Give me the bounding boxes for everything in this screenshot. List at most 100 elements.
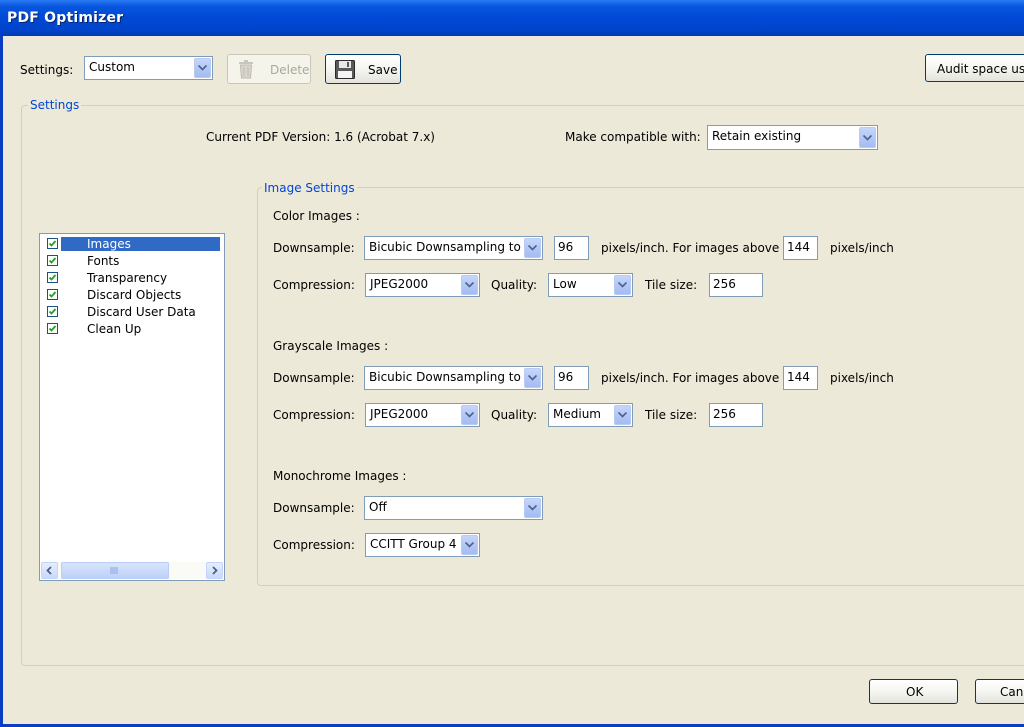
mono-compression-value: CCITT Group 4 (370, 537, 457, 551)
gray-ppi-value: 96 (558, 370, 574, 384)
gray-above-input[interactable]: 144 (783, 366, 818, 390)
fonts-checkbox[interactable] (47, 255, 58, 266)
make-compatible-dropdown[interactable]: Retain existing (707, 125, 878, 150)
color-downsample-value: Bicubic Downsampling to (369, 240, 521, 254)
horizontal-scrollbar[interactable] (41, 562, 223, 579)
gray-tile-input[interactable]: 256 (709, 403, 763, 427)
gray-above-value: 144 (787, 370, 810, 384)
gray-above-unit: pixels/inch (830, 371, 894, 385)
scroll-thumb[interactable] (61, 562, 169, 579)
save-button[interactable]: Save (325, 54, 401, 84)
monochrome-images-heading: Monochrome Images : (273, 469, 407, 483)
chevron-down-icon[interactable] (614, 275, 631, 295)
chevron-down-icon[interactable] (461, 535, 478, 555)
color-tile-value: 256 (713, 277, 736, 291)
mono-downsample-dropdown[interactable]: Off (364, 496, 543, 520)
settings-group-title: Settings (28, 98, 82, 112)
gray-tile-value: 256 (713, 407, 736, 421)
gray-quality-label: Quality: (491, 408, 538, 422)
mono-downsample-label: Downsample: (273, 501, 355, 515)
chevron-down-icon[interactable] (614, 405, 631, 425)
color-ppi-text: pixels/inch. For images above (601, 241, 780, 255)
chevron-down-icon[interactable] (194, 58, 211, 78)
color-ppi-input[interactable]: 96 (554, 236, 589, 260)
chevron-down-icon[interactable] (461, 275, 478, 295)
chevron-down-icon[interactable] (461, 405, 478, 425)
scroll-right-button[interactable] (206, 562, 223, 579)
color-quality-label: Quality: (491, 278, 538, 292)
transparency-checkbox[interactable] (47, 272, 58, 283)
scroll-left-button[interactable] (41, 562, 58, 579)
gray-quality-value: Medium (553, 407, 601, 421)
color-downsample-label: Downsample: (273, 241, 355, 255)
dialog-body: Settings: Custom Delete Save Audit space… (3, 36, 1024, 724)
list-item-label: Fonts (87, 254, 120, 268)
settings-label: Settings: (20, 63, 74, 77)
make-compatible-value: Retain existing (712, 129, 802, 143)
color-tile-label: Tile size: (645, 278, 698, 292)
gray-tile-label: Tile size: (645, 408, 698, 422)
list-item-fonts[interactable]: Fonts (40, 253, 224, 270)
list-item-label: Discard Objects (87, 288, 182, 302)
image-settings-title: Image Settings (262, 181, 357, 195)
audit-space-usage-button[interactable]: Audit space usa (925, 54, 1024, 82)
clean-up-checkbox[interactable] (47, 323, 58, 334)
delete-button[interactable]: Delete (227, 54, 311, 84)
color-compression-value: JPEG2000 (370, 277, 429, 291)
color-images-heading: Color Images : (273, 209, 360, 223)
chevron-down-icon[interactable] (524, 368, 541, 388)
color-tile-input[interactable]: 256 (709, 273, 763, 297)
delete-label: Delete (270, 63, 310, 77)
cancel-label: Canc (1000, 685, 1024, 699)
color-ppi-value: 96 (558, 240, 574, 254)
gray-downsample-label: Downsample: (273, 371, 355, 385)
list-item-clean-up[interactable]: Clean Up (40, 321, 224, 338)
mono-compression-label: Compression: (273, 538, 355, 552)
audit-label: Audit space usa (937, 62, 1024, 76)
list-item-transparency[interactable]: Transparency (40, 270, 224, 287)
list-item-label: Transparency (87, 271, 168, 285)
color-compression-dropdown[interactable]: JPEG2000 (365, 273, 480, 297)
ok-label: OK (906, 685, 924, 699)
ok-button[interactable]: OK (869, 679, 958, 704)
list-item-label: Discard User Data (87, 305, 196, 319)
color-above-input[interactable]: 144 (783, 236, 818, 260)
title-bar[interactable]: PDF Optimizer (0, 0, 1024, 36)
gray-compression-label: Compression: (273, 408, 355, 422)
list-item-discard-user-data[interactable]: Discard User Data (40, 304, 224, 321)
color-above-unit: pixels/inch (830, 241, 894, 255)
discard-objects-checkbox[interactable] (47, 289, 58, 300)
list-item-label: Clean Up (87, 322, 142, 336)
images-checkbox[interactable] (47, 238, 58, 249)
cancel-button[interactable]: Canc (975, 679, 1024, 704)
grayscale-images-heading: Grayscale Images : (273, 339, 389, 353)
chevron-down-icon[interactable] (524, 238, 541, 258)
mono-downsample-value: Off (369, 500, 387, 514)
gray-downsample-value: Bicubic Downsampling to (369, 370, 521, 384)
color-quality-value: Low (553, 277, 577, 291)
discard-user-data-checkbox[interactable] (47, 306, 58, 317)
color-above-value: 144 (787, 240, 810, 254)
trash-icon (238, 60, 254, 82)
gray-ppi-text: pixels/inch. For images above (601, 371, 780, 385)
settings-preset-dropdown[interactable]: Custom (84, 56, 213, 80)
color-compression-label: Compression: (273, 278, 355, 292)
floppy-disk-icon (335, 60, 355, 82)
current-pdf-version: Current PDF Version: 1.6 (Acrobat 7.x) (206, 130, 435, 144)
make-compatible-label: Make compatible with: (565, 130, 701, 144)
chevron-down-icon[interactable] (859, 127, 876, 148)
gray-quality-dropdown[interactable]: Medium (548, 403, 633, 427)
list-item-images[interactable]: Images (40, 236, 224, 253)
chevron-down-icon[interactable] (524, 498, 541, 518)
gray-downsample-dropdown[interactable]: Bicubic Downsampling to (364, 366, 543, 390)
gray-compression-dropdown[interactable]: JPEG2000 (365, 403, 480, 427)
gray-ppi-input[interactable]: 96 (554, 366, 589, 390)
settings-preset-value: Custom (89, 60, 135, 74)
color-quality-dropdown[interactable]: Low (548, 273, 633, 297)
category-list[interactable]: Images Fonts Transparency Discard Object… (39, 233, 225, 581)
save-label: Save (368, 63, 398, 77)
mono-compression-dropdown[interactable]: CCITT Group 4 (365, 533, 480, 557)
color-downsample-dropdown[interactable]: Bicubic Downsampling to (364, 236, 543, 260)
window-title: PDF Optimizer (7, 10, 124, 26)
list-item-discard-objects[interactable]: Discard Objects (40, 287, 224, 304)
